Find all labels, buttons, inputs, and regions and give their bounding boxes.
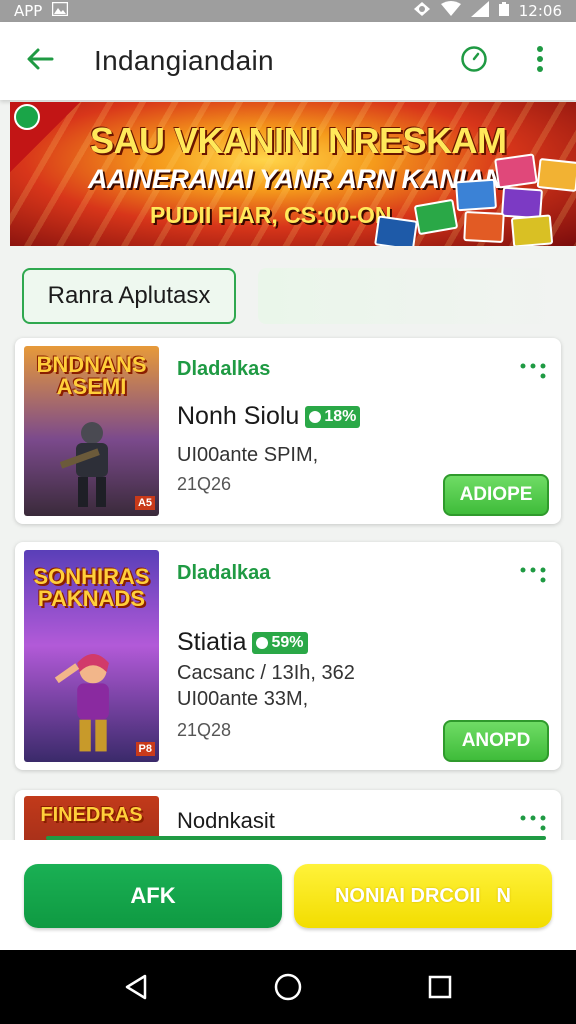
banner-badge-icon	[14, 104, 40, 130]
square-recents-icon	[428, 975, 452, 999]
card-category: Dladalkas	[177, 358, 271, 380]
card-game-name: Stiatia 59%	[177, 628, 308, 657]
primary-action-button[interactable]: AFK	[24, 864, 282, 928]
more-dots-icon	[520, 815, 546, 831]
rating-icon	[256, 636, 269, 649]
card-category: Nodnkasit	[177, 808, 275, 833]
promo-banner[interactable]: SAU VKANINI NRESKAM AAINERANAI YANR ARN …	[10, 102, 576, 246]
more-vert-icon	[536, 45, 544, 78]
card-menu-button[interactable]	[519, 564, 547, 584]
secondary-action-button[interactable]: NONIAI DRCOII N	[294, 864, 552, 928]
back-button[interactable]	[20, 41, 60, 81]
card-meta: Cacsanc / 13Ih, 362	[177, 662, 355, 684]
bottom-action-bar: AFK NONIAI DRCOII N	[0, 840, 576, 950]
armored-hero-icon	[59, 422, 108, 507]
card-category: Dladalkaa	[177, 562, 271, 584]
app-bar: Indangiandain	[0, 22, 576, 100]
card-count: 21Q28	[177, 720, 232, 740]
thumbnail-age-tag: P8	[135, 742, 155, 756]
thumbnail-title: SONHIRAS PAKNADS	[33, 564, 150, 611]
page-title: Indangiandain	[94, 45, 274, 76]
nav-back-button[interactable]	[111, 962, 161, 1012]
thumbnail-title: BNDNANS ASEMI	[36, 352, 147, 399]
battery-icon	[498, 2, 509, 20]
carrier-label: APP	[14, 2, 43, 20]
thumbnail-age-tag: A5	[134, 496, 155, 510]
card-count: 21Q26	[177, 474, 232, 494]
system-nav-bar	[0, 950, 576, 1024]
rating-badge: 59%	[252, 631, 308, 654]
card-meta: UI00ante SPIM,	[177, 444, 319, 466]
card-game-name: Nonh Siolu 18%	[177, 402, 361, 431]
card-menu-button[interactable]	[519, 812, 547, 832]
card-action-button[interactable]: ANOPD	[443, 720, 549, 762]
nav-recents-button[interactable]	[415, 962, 465, 1012]
game-card[interactable]: BNDNANS ASEMI A5 Dladalkas Nonh Siolu 18…	[15, 338, 561, 524]
game-title: Nonh Siolu	[177, 402, 300, 430]
nav-home-button[interactable]	[263, 962, 313, 1012]
more-dots-icon	[520, 363, 546, 379]
filter-chip-placeholder	[258, 268, 558, 324]
arrow-swap-icon: N	[496, 884, 511, 907]
timer-button[interactable]	[458, 45, 490, 77]
image-notification-icon	[52, 1, 69, 20]
thumbnail-title: FINEDRAS	[40, 804, 143, 826]
status-bar: APP 12:06	[0, 0, 576, 22]
circle-home-icon	[274, 973, 302, 1001]
wifi-icon	[440, 1, 461, 21]
triangle-back-icon	[125, 974, 147, 1000]
game-title: Stiatia	[177, 628, 247, 656]
banner-game-cards	[346, 150, 576, 246]
arrow-back-icon	[26, 47, 54, 76]
status-time: 12:06	[518, 2, 562, 20]
card-meta-secondary: UI00ante 33M,	[177, 688, 309, 710]
signal-icon	[470, 1, 489, 21]
game-thumbnail: BNDNANS ASEMI A5	[24, 346, 159, 516]
secondary-action-label: NONIAI DRCOII	[334, 884, 481, 907]
overflow-menu-button[interactable]	[524, 45, 556, 77]
filter-chip-category[interactable]: Ranra Aplutasx	[22, 268, 236, 324]
rating-icon	[309, 410, 322, 423]
data-saver-icon	[413, 1, 431, 21]
game-thumbnail: SONHIRAS PAKNADS P8	[24, 550, 159, 762]
card-menu-button[interactable]	[519, 360, 547, 380]
screen: APP 12:06 Indangiandain SAU VKANINI NRES…	[0, 0, 576, 1024]
rating-badge: 18%	[305, 405, 361, 428]
more-dots-icon	[520, 567, 546, 583]
heroine-character-icon	[54, 653, 109, 752]
game-card[interactable]: SONHIRAS PAKNADS P8 Dladalkaa Stiatia 59…	[15, 542, 561, 770]
timer-icon	[460, 45, 488, 78]
card-action-button[interactable]: ADIOPE	[443, 474, 549, 516]
